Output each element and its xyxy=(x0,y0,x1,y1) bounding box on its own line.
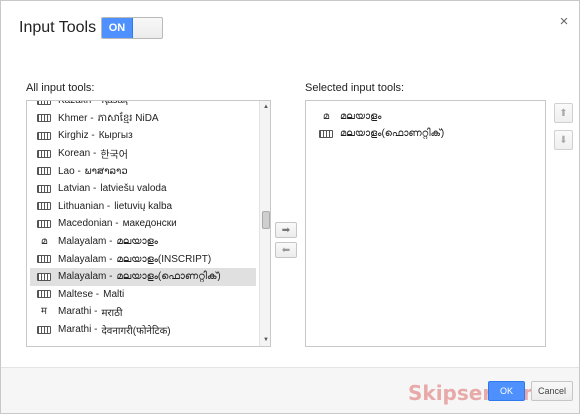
language-name: Malayalam - xyxy=(58,253,113,265)
toggle-off-area xyxy=(133,18,162,38)
native-name: 한국어 xyxy=(100,150,128,162)
dialog-title: Input Tools xyxy=(19,19,97,36)
native-name: Malti xyxy=(103,288,125,300)
transliteration-icon: म xyxy=(41,305,47,317)
input-tools-dialog: Input Tools ON × All input tools: Select… xyxy=(0,0,580,414)
arrow-down-icon: ⬇ xyxy=(559,134,568,146)
keyboard-icon xyxy=(36,101,52,106)
list-item[interactable]: Kirghiz - Кыргыз xyxy=(27,127,259,145)
all-input-tools-label: All input tools: xyxy=(26,82,95,94)
scrollbar-thumb[interactable] xyxy=(262,211,270,229)
native-name: മലയാളം(ഫൊണറ്റിക്) xyxy=(340,128,445,139)
scrollbar[interactable]: ▲ ▼ xyxy=(259,101,270,346)
native-name: Кыргыз xyxy=(98,130,133,142)
keyboard-icon xyxy=(36,166,52,176)
language-name: Malayalam - xyxy=(58,236,113,248)
arrow-right-icon: ➡ xyxy=(281,224,291,236)
native-name: മലയാളം xyxy=(116,236,158,248)
close-icon[interactable]: × xyxy=(557,14,571,29)
native-name: ພາສາລາວ xyxy=(84,165,128,177)
arrow-up-icon: ⬆ xyxy=(559,107,568,119)
list-item[interactable]: Marathi - देवनागरी(फोनेटिक) xyxy=(27,321,259,339)
all-input-tools-list[interactable]: Kazakh - Қазақ Khmer - ភាសាខ្មែរ NiDA Kirghi… xyxy=(26,100,271,347)
language-name: Lao - xyxy=(58,165,81,177)
list-item[interactable]: Kazakh - Қазақ xyxy=(27,100,259,110)
keyboard-icon xyxy=(36,113,52,123)
native-name: देवनागरी(फोनेटिक) xyxy=(101,325,171,337)
on-off-toggle[interactable]: ON xyxy=(101,17,163,39)
list-item[interactable]: Malayalam - മലയാളം(ഫൊണറ്റിക്) xyxy=(30,267,256,286)
all-input-tools-items: Kazakh - Қазақ Khmer - ភាសាខ្មែរ NiDA Kirghi… xyxy=(27,100,259,339)
list-item[interactable]: Korean - 한국어 xyxy=(27,145,259,163)
language-name: Latvian - xyxy=(58,183,97,195)
selected-input-tools-label: Selected input tools: xyxy=(305,82,405,94)
native-name: latviešu valoda xyxy=(100,183,167,195)
add-tool-button[interactable]: ➡ xyxy=(275,222,297,238)
list-item[interactable]: മ Malayalam - മലയാളം xyxy=(27,233,259,251)
selected-list-item[interactable]: മലയാളം(ഫൊണറ്റിക്) xyxy=(306,125,545,142)
language-name: Khmer - xyxy=(58,112,94,124)
keyboard-icon xyxy=(36,201,52,211)
keyboard-icon xyxy=(36,131,52,141)
language-name: Lithuanian - xyxy=(58,200,111,212)
move-up-button[interactable]: ⬆ xyxy=(554,103,573,123)
keyboard-icon xyxy=(36,325,52,335)
keyboard-icon xyxy=(318,129,334,139)
arrow-left-icon: ⬅ xyxy=(281,244,291,256)
scroll-down-icon[interactable]: ▼ xyxy=(260,334,270,346)
move-down-button[interactable]: ⬇ xyxy=(554,130,573,150)
remove-tool-button[interactable]: ⬅ xyxy=(275,242,297,258)
keyboard-icon xyxy=(36,289,52,299)
keyboard-icon xyxy=(36,254,52,264)
keyboard-icon xyxy=(36,149,52,159)
transliteration-icon: മ xyxy=(322,110,330,122)
list-item[interactable]: Maltese - Malti xyxy=(27,286,259,304)
native-name: македонски xyxy=(122,218,177,230)
list-item[interactable]: Lao - ພາສາລາວ xyxy=(27,162,259,180)
toggle-on-label: ON xyxy=(102,18,133,38)
keyboard-icon xyxy=(36,272,52,282)
list-item[interactable]: Latvian - latviešu valoda xyxy=(27,180,259,198)
ok-button[interactable]: OK xyxy=(488,381,525,401)
language-name: Marathi - xyxy=(58,306,98,318)
native-name: മലയാളം xyxy=(340,111,382,122)
transliteration-icon: മ xyxy=(40,235,48,247)
native-name: മലയാളം(INSCRIPT) xyxy=(116,253,212,265)
language-name: Macedonian - xyxy=(58,218,119,230)
keyboard-icon xyxy=(36,184,52,194)
list-item[interactable]: Macedonian - македонски xyxy=(27,215,259,233)
native-name: ភាសាខ្មែរ NiDA xyxy=(97,112,159,124)
language-name: Kazakh - xyxy=(58,100,98,107)
language-name: Kirghiz - xyxy=(58,130,95,142)
list-item[interactable]: Malayalam - മലയാളം(INSCRIPT) xyxy=(27,250,259,268)
list-item[interactable]: Khmer - ភាសាខ្មែរ NiDA xyxy=(27,110,259,128)
list-item[interactable]: म Marathi - मराठी xyxy=(27,303,259,321)
native-name: मराठी xyxy=(101,307,123,319)
selected-list-item[interactable]: മ മലയാളം xyxy=(306,108,545,125)
language-name: Korean - xyxy=(58,148,97,160)
language-name: Maltese - xyxy=(58,288,100,300)
language-name: Marathi - xyxy=(58,324,98,336)
keyboard-icon xyxy=(36,219,52,229)
list-item[interactable]: Lithuanian - lietuvių kalba xyxy=(27,198,259,216)
native-name: മലയാളം(ഫൊണറ്റിക്) xyxy=(116,271,221,283)
cancel-button[interactable]: Cancel xyxy=(531,381,573,401)
native-name: lietuvių kalba xyxy=(114,200,173,212)
language-name: Malayalam - xyxy=(58,271,113,283)
native-name: Қазақ xyxy=(101,100,128,107)
scroll-up-icon[interactable]: ▲ xyxy=(260,101,270,113)
selected-input-tools-list[interactable]: മ മലയാളം മലയാളം(ഫൊണറ്റിക്) xyxy=(305,100,546,347)
